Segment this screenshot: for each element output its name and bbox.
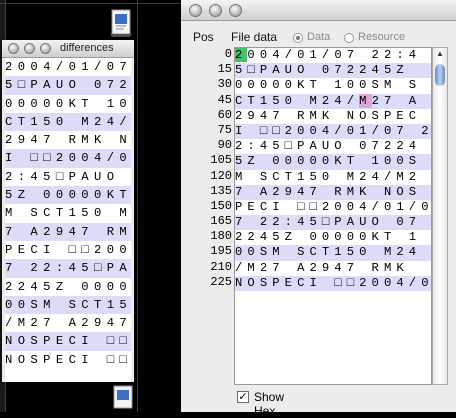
row-text: CT150 M24/ xyxy=(235,93,360,108)
data-row: 2947 RMK NOSPEC xyxy=(235,108,422,123)
data-row: 2:45□PAUO 07224 xyxy=(5,169,120,184)
file-data-view[interactable]: 2004/01/07 22:4 5□PAUO 072245Z 00000KT 100… xyxy=(234,47,432,385)
data-row: 00000KT 100SM S xyxy=(235,78,422,93)
row-text: CT150 M24/ xyxy=(5,114,131,129)
data-row: 7 22:45□PAUO 07 xyxy=(235,215,431,231)
data-row: 00SM SCT150 M24 xyxy=(235,245,431,261)
data-row: 7 22:45□PAUO 07 xyxy=(5,259,131,278)
position-cell: 150 xyxy=(210,198,232,213)
vertical-scrollbar[interactable]: ▲ xyxy=(432,47,448,385)
data-row: 5□PAUO 072245Z xyxy=(235,63,431,79)
file-toolbar: Pos File data Data Resource xyxy=(181,21,456,47)
data-row: 2004/01/07 22:4 xyxy=(5,60,131,74)
desktop-app-icon-bottom[interactable] xyxy=(106,384,140,414)
differences-window: differences 2004/01/07 22:4 5□PAUO 072245… xyxy=(2,40,134,382)
data-row: 00000KT 100SM S xyxy=(5,96,131,111)
position-cell: 90 xyxy=(217,138,232,153)
position-cell: 120 xyxy=(210,168,232,183)
data-row: 2245Z 00000KT 1 xyxy=(5,279,131,294)
data-row: PECI □□2004/01/0 xyxy=(5,242,131,257)
position-cell: 195 xyxy=(210,244,232,259)
differences-view[interactable]: 2004/01/07 22:4 5□PAUO 072245Z00000KT 100… xyxy=(5,58,131,382)
position-cell: 225 xyxy=(210,274,232,289)
highlighted-byte[interactable]: 2 xyxy=(235,48,248,62)
data-row: NOSPECI □□2004/0 xyxy=(235,275,431,291)
data-row: 2004/01/07 22:4 xyxy=(235,48,431,63)
data-row: CT150 M24/a27 A xyxy=(5,112,131,132)
data-row: 5□PAUO 072245Z xyxy=(5,76,131,95)
close-button[interactable] xyxy=(189,4,202,17)
row-text: 004/01/07 22:4 xyxy=(247,48,422,62)
position-cell: 135 xyxy=(210,183,232,198)
position-column: 0 15 30 45 60 75 90 105 120 135 150 165 180 195 210 225 xyxy=(181,47,234,290)
data-row: 7 A2947 RMK NOS xyxy=(5,222,131,241)
data-row: I □□2004/01/07 2 xyxy=(235,123,431,140)
position-cell: 180 xyxy=(210,229,232,244)
data-row: NOSPECI □□2004/0 xyxy=(5,332,131,351)
diff-window-titlebar[interactable]: differences xyxy=(2,40,134,58)
file-data-header: File data xyxy=(231,30,278,44)
position-cell: 105 xyxy=(210,153,232,168)
zoom-button[interactable] xyxy=(40,43,51,54)
minimize-button[interactable] xyxy=(209,4,222,17)
position-cell: 45 xyxy=(217,92,232,107)
data-row: 5Z 00000KT 100S xyxy=(5,186,131,205)
scroll-up-arrow-icon[interactable]: ▲ xyxy=(433,48,447,60)
highlighted-byte[interactable]: M xyxy=(359,93,372,108)
data-row: M SCT150 M24/M2 xyxy=(5,206,131,221)
data-row: /M27 A2947 RMK xyxy=(5,316,131,331)
data-row: 7 A2947 RMK NOS xyxy=(235,184,431,200)
data-row: I □□2004/01/07 2 xyxy=(5,149,131,168)
position-cell: 15 xyxy=(217,62,232,77)
file-data-window: Pos File data Data Resource 0 15 30 45 60 75 9… xyxy=(181,0,456,418)
position-cell: 75 xyxy=(217,122,232,137)
desktop-app-icon[interactable] xyxy=(104,8,138,38)
data-row: 2947 RMK NOSPEC xyxy=(5,133,131,148)
close-button[interactable] xyxy=(8,43,19,54)
resource-radio-label[interactable]: Resource xyxy=(358,31,405,43)
data-row: M SCT150 M24/M2 xyxy=(235,169,422,184)
data-radio[interactable] xyxy=(293,33,303,43)
position-cell: 60 xyxy=(217,107,232,122)
position-cell: 30 xyxy=(217,77,232,92)
position-cell: 210 xyxy=(210,259,232,274)
resource-radio[interactable] xyxy=(344,33,354,43)
minimize-button[interactable] xyxy=(24,43,35,54)
data-row: /M27 A2947 RMK xyxy=(235,260,409,275)
zoom-button[interactable] xyxy=(229,4,242,17)
data-row: 2245Z 00000KT 1 xyxy=(235,230,422,245)
data-row: CT150 M24/M27 A xyxy=(235,93,431,109)
scroll-thumb[interactable] xyxy=(435,64,445,86)
row-text: 27 A xyxy=(371,93,422,108)
backdrop-line xyxy=(137,0,138,412)
position-cell: 165 xyxy=(210,214,232,229)
data-row: 5Z 00000KT 100S xyxy=(235,154,431,170)
show-hex-label[interactable]: Show Hex xyxy=(254,390,284,418)
data-row: 00SM SCT150 M24 xyxy=(5,295,131,315)
data-radio-label[interactable]: Data xyxy=(307,31,330,43)
position-cell: 0 xyxy=(224,47,232,61)
data-row: PECI □□2004/01/0 xyxy=(235,199,431,214)
show-hex-checkbox[interactable]: ✓ xyxy=(237,391,249,403)
pos-header: Pos xyxy=(193,30,214,44)
window-title: differences xyxy=(60,42,114,54)
file-window-titlebar[interactable] xyxy=(181,0,456,21)
data-row: NOSPECI □□2004/0 xyxy=(5,352,131,367)
data-row: 2:45□PAUO 07224 xyxy=(235,139,422,154)
